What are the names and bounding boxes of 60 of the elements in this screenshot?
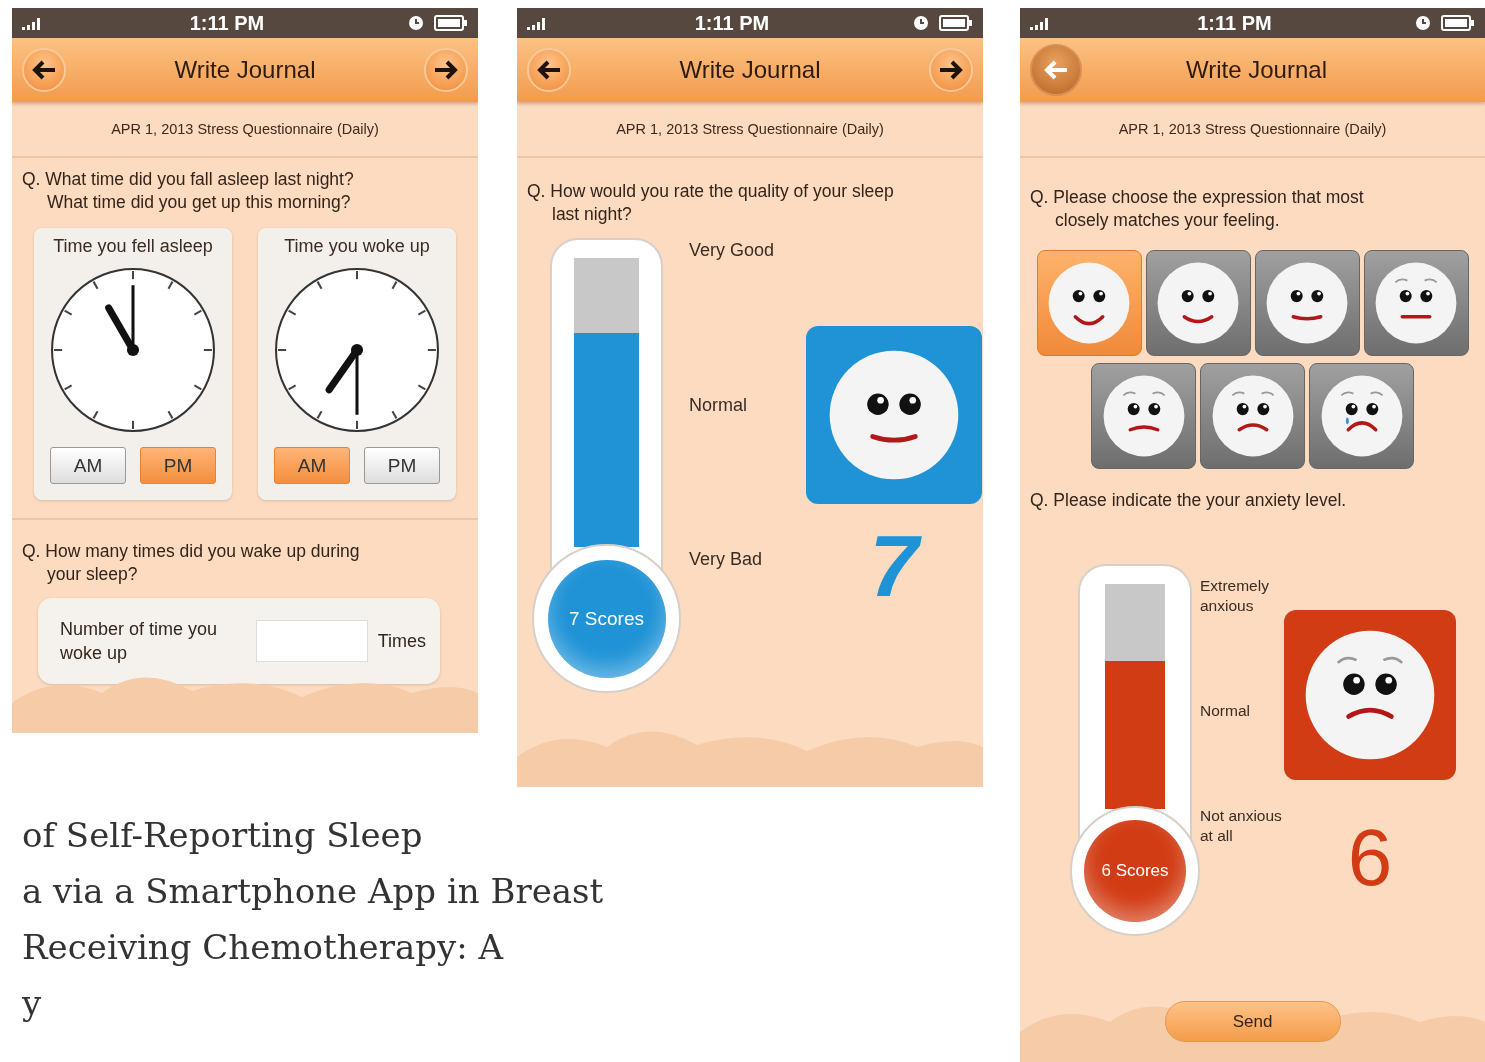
arrow-left-icon	[536, 59, 562, 81]
scale-label: Not anxious at all	[1200, 806, 1283, 846]
face-icon	[1303, 628, 1437, 762]
arrow-right-icon	[433, 59, 459, 81]
face-option[interactable]	[1145, 250, 1251, 356]
unit-label: Times	[377, 630, 426, 652]
arrow-left-icon	[1043, 59, 1069, 81]
time-picker-label: Time you woke up	[284, 236, 430, 257]
face-option[interactable]	[1254, 250, 1360, 356]
question-text: Q. How would you rate the quality of your sleep last night?	[526, 180, 895, 226]
questionnaire-subtitle: APR 1, 2013 Stress Questionnaire (Daily)	[111, 121, 379, 137]
send-button[interactable]: Send	[1164, 1001, 1341, 1042]
question-text: Q. How many times did you wake up during your sleep?	[21, 540, 361, 586]
score-label: 6 Scores	[1101, 861, 1169, 881]
forward-button[interactable]	[929, 48, 973, 92]
am-pm-toggle[interactable]: PM	[140, 447, 216, 484]
screen-title: Write Journal	[678, 56, 822, 84]
am-pm-toggle[interactable]: AM	[50, 447, 126, 484]
forward-button[interactable]	[424, 48, 468, 92]
back-button[interactable]	[527, 48, 571, 92]
arrow-left-icon	[31, 59, 57, 81]
questionnaire-subtitle: APR 1, 2013 Stress Questionnaire (Daily)	[616, 121, 884, 137]
scale-label: Very Bad	[689, 549, 764, 570]
am-pm-toggle[interactable]: AM	[274, 447, 350, 484]
battery-icon	[939, 15, 973, 31]
question-text: Q. What time did you fall asleep last night? What time did you get up this morning?	[21, 168, 355, 214]
question-text: Q. Please choose the expression that most closely matches your feeling.	[1029, 186, 1365, 232]
battery-icon	[434, 15, 468, 31]
screen-title: Write Journal	[1185, 56, 1328, 84]
face-option[interactable]	[1363, 250, 1469, 356]
time-picker-label: Time you fell asleep	[53, 236, 213, 257]
clock-icon	[1415, 15, 1431, 31]
face-option[interactable]	[1091, 363, 1196, 469]
field-label: Number of time you woke up	[60, 618, 219, 665]
status-time: 1:11 PM	[694, 11, 770, 35]
scale-label: Normal	[689, 394, 748, 416]
face-option[interactable]	[1036, 250, 1142, 356]
clock-face-icon[interactable]	[274, 267, 440, 433]
arrow-right-icon	[938, 59, 964, 81]
clock-face-icon[interactable]	[50, 267, 216, 433]
battery-icon	[1441, 15, 1475, 31]
clock-icon	[913, 15, 929, 31]
article-title: of Self-Reporting Sleep a via a Smartphone App in Breast Receiving Chemotherapy: A y	[22, 814, 605, 1025]
question-text: Q. Please indicate the your anxiety level.	[1029, 489, 1348, 512]
score-number: 6	[1347, 818, 1393, 898]
scale-label: Very Good	[689, 240, 776, 261]
face-option[interactable]	[1309, 363, 1414, 469]
screen-title: Write Journal	[173, 56, 317, 84]
status-time: 1:11 PM	[189, 11, 265, 35]
back-button[interactable]	[22, 48, 66, 92]
score-label: 7 Scores	[569, 607, 644, 630]
questionnaire-subtitle: APR 1, 2013 Stress Questionnaire (Daily)	[1118, 121, 1387, 137]
clock-icon	[408, 15, 424, 31]
scale-label: Extremely anxious	[1200, 576, 1270, 616]
am-pm-toggle[interactable]: PM	[364, 447, 440, 484]
scale-label: Normal	[1200, 701, 1251, 721]
face-option[interactable]	[1200, 363, 1305, 469]
input-field[interactable]	[255, 620, 368, 662]
face-icon	[827, 348, 961, 482]
status-time: 1:11 PM	[1197, 11, 1272, 35]
